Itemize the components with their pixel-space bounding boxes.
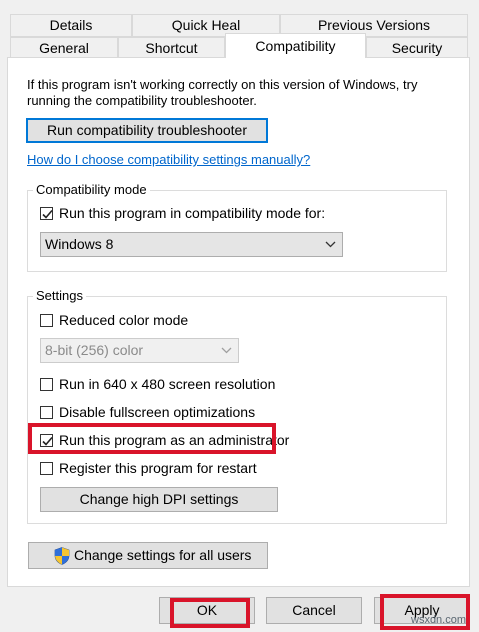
run-as-admin-checkbox[interactable] (40, 434, 53, 447)
ok-button[interactable]: OK (159, 597, 255, 624)
reduced-color-label[interactable]: Reduced color mode (59, 312, 188, 328)
watermark-text: wsxdn.com (411, 614, 467, 626)
resolution-label[interactable]: Run in 640 x 480 screen resolution (59, 376, 275, 392)
compatibility-mode-group (27, 190, 447, 272)
change-all-users-label: Change settings for all users (74, 547, 252, 563)
compatibility-mode-label[interactable]: Run this program in compatibility mode f… (59, 205, 325, 221)
fullscreen-optimizations-checkbox[interactable] (40, 406, 53, 419)
os-version-select[interactable]: Windows 8 (40, 232, 343, 257)
color-depth-select: 8-bit (256) color (40, 338, 239, 363)
compatibility-mode-legend: Compatibility mode (33, 182, 150, 197)
register-restart-checkbox[interactable] (40, 462, 53, 475)
tab-general[interactable]: General (10, 37, 118, 58)
fullscreen-optimizations-label[interactable]: Disable fullscreen optimizations (59, 404, 255, 420)
run-troubleshooter-button[interactable]: Run compatibility troubleshooter (26, 118, 268, 143)
os-version-value: Windows 8 (45, 236, 114, 252)
tab-details[interactable]: Details (10, 14, 132, 37)
register-restart-label[interactable]: Register this program for restart (59, 460, 257, 476)
tab-shortcut[interactable]: Shortcut (118, 37, 225, 58)
change-dpi-button[interactable]: Change high DPI settings (40, 487, 278, 512)
run-as-admin-label[interactable]: Run this program as an administrator (59, 432, 289, 448)
change-all-users-button[interactable]: Change settings for all users (28, 542, 268, 569)
chevron-down-icon (325, 241, 336, 248)
tab-compatibility[interactable]: Compatibility (225, 33, 366, 58)
chevron-down-icon (221, 347, 232, 354)
intro-text-line-1: If this program isn't working correctly … (27, 77, 418, 92)
intro-text-line-2: running the compatibility troubleshooter… (27, 93, 257, 108)
check-icon (42, 209, 53, 219)
tab-security[interactable]: Security (366, 37, 468, 58)
resolution-checkbox[interactable] (40, 378, 53, 391)
reduced-color-checkbox[interactable] (40, 314, 53, 327)
check-icon (42, 436, 53, 446)
cancel-button[interactable]: Cancel (266, 597, 362, 624)
compatibility-mode-checkbox[interactable] (40, 207, 53, 220)
help-link[interactable]: How do I choose compatibility settings m… (27, 152, 310, 167)
uac-shield-icon (54, 547, 70, 565)
color-depth-value: 8-bit (256) color (45, 342, 144, 358)
settings-legend: Settings (33, 288, 86, 303)
compatibility-panel: If this program isn't working correctly … (7, 57, 470, 587)
